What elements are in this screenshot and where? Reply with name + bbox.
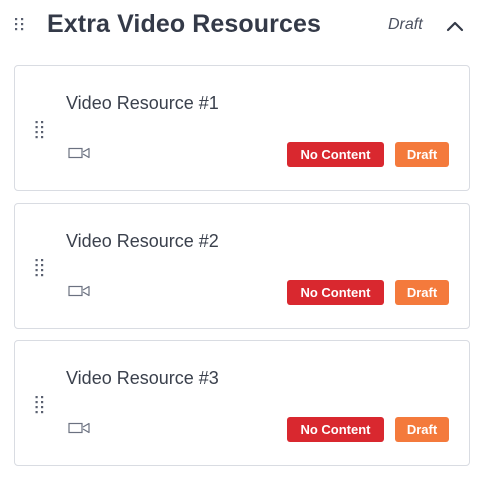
draft-badge: Draft (395, 280, 449, 305)
resource-card[interactable]: Video Resource #3 No Content Draft (14, 340, 470, 466)
no-content-badge: No Content (287, 280, 384, 305)
drag-handle-icon[interactable] (35, 395, 45, 415)
drag-handle-icon[interactable] (14, 17, 26, 37)
section-title: Extra Video Resources (47, 10, 321, 38)
chevron-up-icon (446, 21, 464, 32)
draft-badge: Draft (395, 417, 449, 442)
draft-badge: Draft (395, 142, 449, 167)
section-header: Extra Video Resources Draft (0, 0, 484, 52)
video-camera-icon (68, 421, 92, 435)
no-content-badge: No Content (287, 417, 384, 442)
drag-handle-icon[interactable] (35, 120, 45, 140)
resource-title[interactable]: Video Resource #2 (66, 231, 219, 252)
no-content-badge: No Content (287, 142, 384, 167)
collapse-button[interactable] (440, 13, 470, 39)
drag-handle-icon[interactable] (35, 258, 45, 278)
section-status-label: Draft (388, 16, 423, 33)
resource-title[interactable]: Video Resource #3 (66, 368, 219, 389)
resource-title[interactable]: Video Resource #1 (66, 93, 219, 114)
video-camera-icon (68, 146, 92, 160)
resource-card[interactable]: Video Resource #1 No Content Draft (14, 65, 470, 191)
resource-card[interactable]: Video Resource #2 No Content Draft (14, 203, 470, 329)
video-camera-icon (68, 284, 92, 298)
